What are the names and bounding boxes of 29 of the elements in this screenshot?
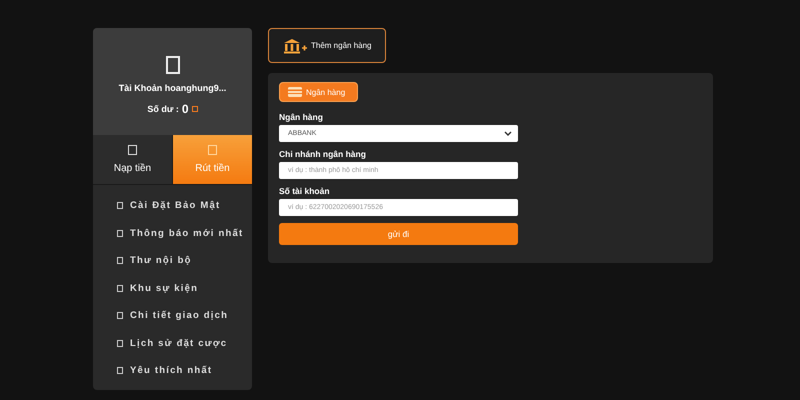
menu-item[interactable]: Cài Đặt Bảo Mật — [117, 192, 252, 220]
square-icon — [117, 312, 123, 320]
menu-item[interactable]: Khu sự kiện — [117, 274, 252, 302]
currency-icon — [192, 106, 198, 112]
square-icon — [117, 284, 123, 292]
menu-item[interactable]: Chi tiết giao dịch — [117, 302, 252, 330]
square-icon — [117, 257, 123, 264]
menu-item[interactable]: Thông báo mới nhất — [117, 220, 252, 247]
cards-icon — [288, 87, 302, 97]
account-name: Tài Khoản hoanghung9... — [118, 83, 226, 93]
bank-plus-icon — [283, 38, 308, 54]
square-icon — [117, 340, 123, 347]
square-icon — [128, 145, 137, 155]
field-label: Chi nhánh ngân hàng — [279, 149, 367, 159]
menu-item[interactable]: Lịch sử đặt cược — [117, 330, 252, 357]
tab[interactable]: Nạp tiền — [93, 135, 173, 185]
field-label: Ngân hàng — [279, 112, 324, 122]
menu-item[interactable]: Yêu thích nhất — [117, 357, 252, 384]
square-icon — [117, 202, 123, 210]
avatar-icon — [166, 56, 180, 74]
square-icon — [117, 367, 123, 374]
square-icon — [117, 230, 123, 237]
menu-item[interactable]: Thư nội bộ — [117, 247, 252, 274]
balance-label: Số dư : — [147, 104, 179, 114]
balance-value: 0 — [182, 102, 189, 116]
square-icon — [208, 145, 217, 155]
field-label: Số tài khoản — [279, 186, 331, 196]
add-bank-button[interactable]: Thêm ngân hàng — [268, 28, 386, 63]
chevron-down-icon — [504, 131, 512, 136]
